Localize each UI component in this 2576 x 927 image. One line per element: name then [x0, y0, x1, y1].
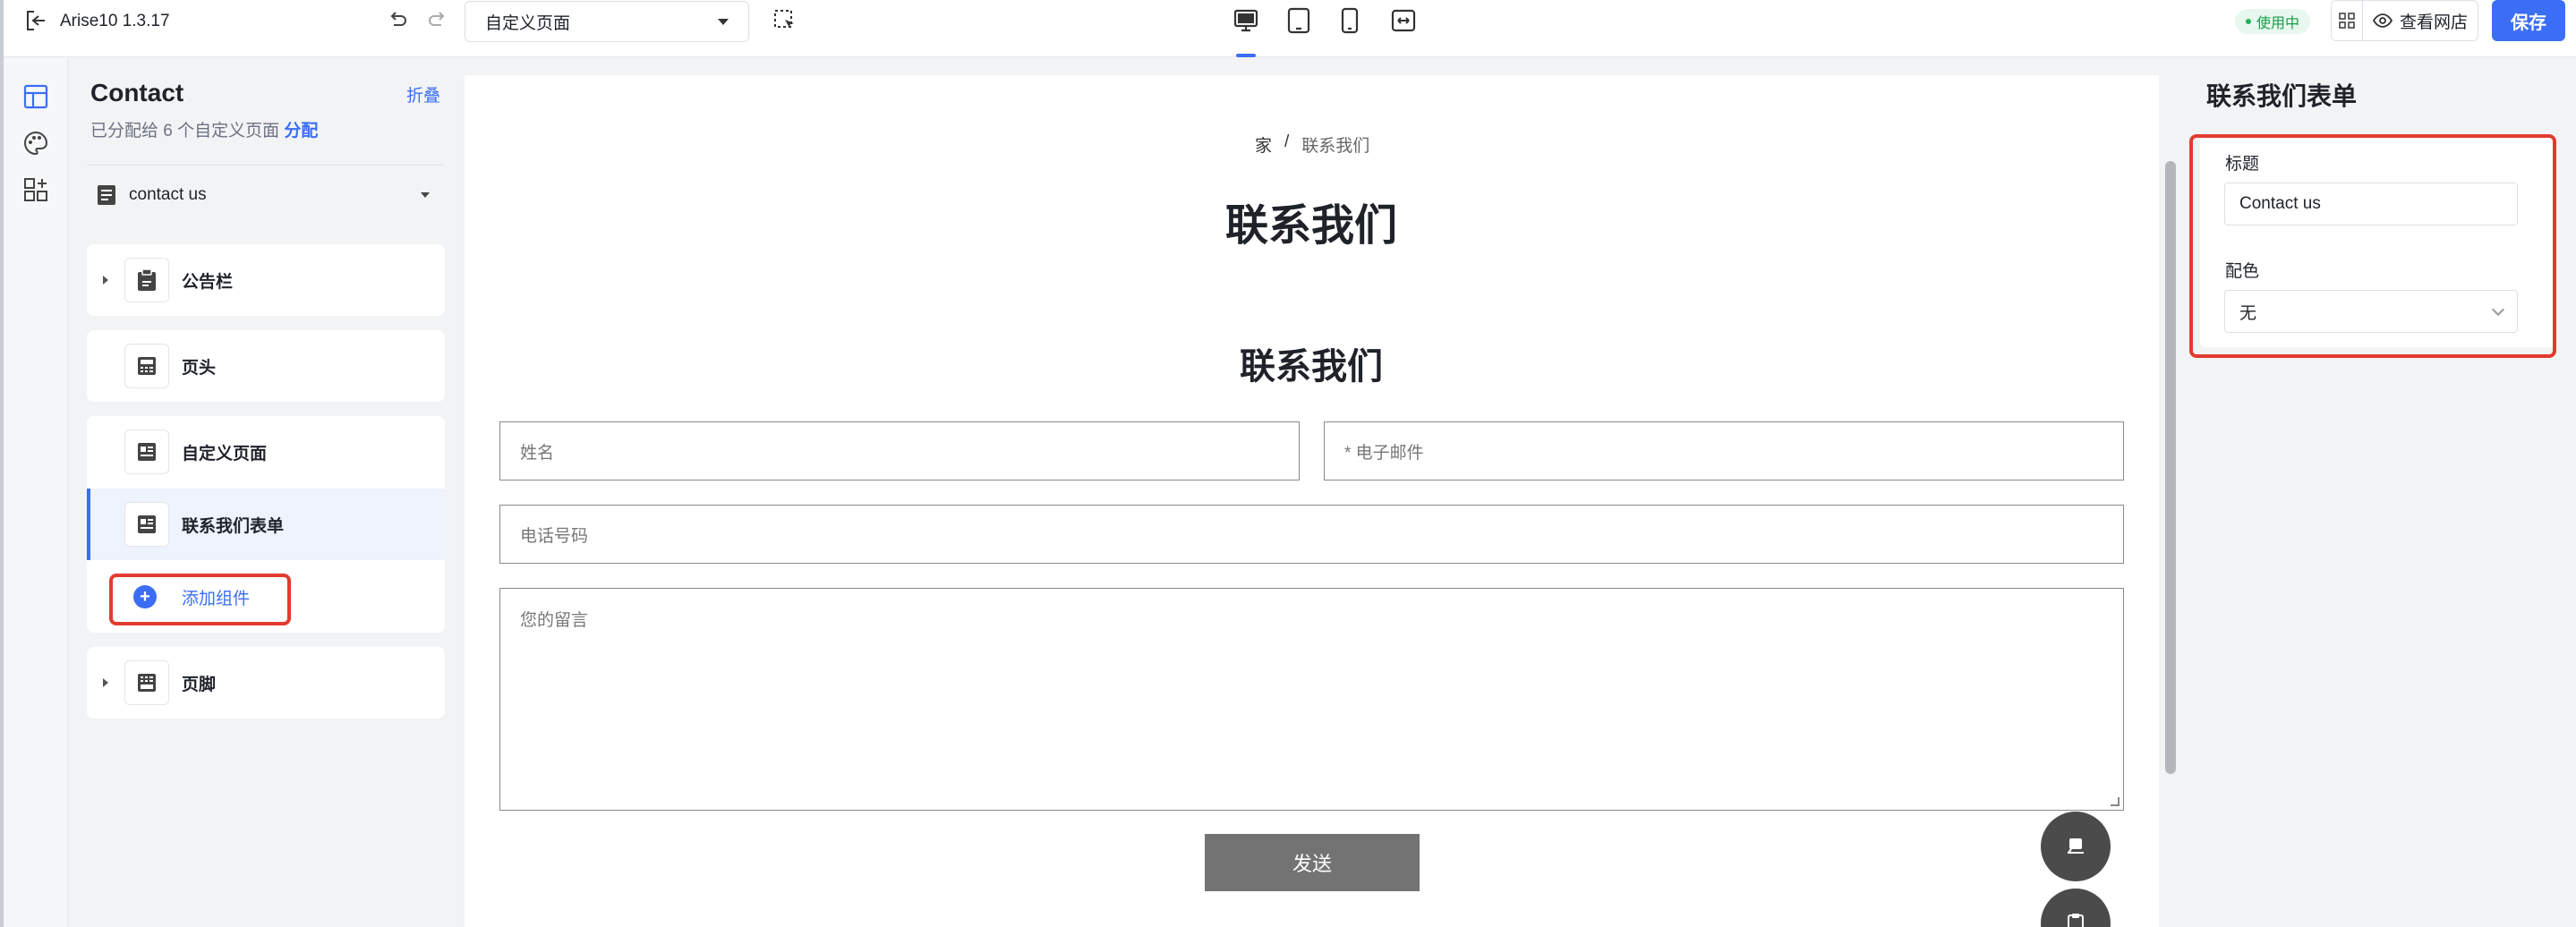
section-item-header[interactable]: 页头 [87, 330, 445, 402]
settings-title: 联系我们表单 [2206, 82, 2358, 110]
redo-icon[interactable] [428, 11, 448, 30]
tablet-view-icon[interactable] [1286, 7, 1311, 34]
name-placeholder: 姓名 [520, 443, 555, 463]
app-name: Arise10 1.3.17 [60, 12, 170, 30]
qr-code-icon [2339, 13, 2355, 29]
clipboard-icon [124, 258, 169, 302]
section-group-header: 页头 [87, 330, 445, 402]
breadcrumb: 家 / 联系我们 [1255, 132, 1369, 157]
select-element-icon[interactable] [773, 9, 797, 32]
qr-code-button[interactable] [2331, 0, 2363, 41]
template-title: Contact [90, 79, 184, 106]
divider [87, 165, 445, 166]
section-label: 公告栏 [182, 272, 234, 292]
view-store-button[interactable]: 查看网店 [2362, 0, 2478, 41]
desktop-view-icon[interactable] [1233, 7, 1259, 34]
section-label: 自定义页面 [182, 444, 268, 464]
message-placeholder: 您的留言 [520, 611, 589, 630]
top-toolbar: Arise10 1.3.17 自定义页面 使用中 查看网店 保存 [0, 0, 2576, 57]
chat-fab-button[interactable] [2041, 812, 2111, 881]
section-item-contact-form[interactable]: 联系我们表单 [87, 489, 445, 560]
contact-form-icon [124, 502, 169, 547]
page-type-select-value: 自定义页面 [485, 13, 571, 33]
breadcrumb-current: 联系我们 [1301, 137, 1370, 156]
status-dot [2246, 19, 2251, 24]
section-item-announcement[interactable]: 公告栏 [87, 244, 445, 316]
breadcrumb-separator: / [1284, 132, 1290, 151]
preview-scrollbar-thumb[interactable] [2165, 161, 2176, 774]
page-card-icon [124, 429, 169, 474]
layout-sections-icon[interactable] [23, 84, 48, 109]
highlight-annotation-add-block [109, 574, 291, 625]
view-store-label: 查看网店 [2399, 13, 2468, 32]
collapse-link[interactable]: 折叠 [406, 82, 440, 106]
section-group-footer: 页脚 [87, 647, 445, 719]
theme-palette-icon[interactable] [23, 131, 48, 156]
send-button[interactable]: 发送 [1205, 834, 1420, 891]
section-label: 联系我们表单 [182, 516, 285, 536]
apps-icon[interactable] [23, 177, 48, 202]
email-placeholder: * 电子邮件 [1344, 443, 1424, 463]
clipboard-icon [2068, 914, 2084, 927]
phone-field[interactable]: 电话号码 [499, 505, 2124, 564]
page-instance-select-value: contact us [129, 185, 207, 204]
footer-icon [124, 660, 169, 705]
fullscreen-icon[interactable] [1390, 7, 1417, 34]
section-item-custom-page[interactable]: 自定义页面 [87, 416, 445, 488]
page-list-icon [98, 185, 115, 205]
expand-arrow-icon[interactable] [103, 678, 108, 687]
header-icon [124, 344, 169, 388]
phone-placeholder: 电话号码 [520, 526, 589, 546]
assign-link[interactable]: 分配 [284, 122, 318, 140]
email-field[interactable]: * 电子邮件 [1324, 421, 2124, 481]
section-label: 页头 [182, 358, 217, 378]
exit-icon[interactable] [25, 9, 47, 32]
chat-icon [2068, 838, 2084, 854]
section-item-footer[interactable]: 页脚 [87, 647, 445, 719]
status-badge: 使用中 [2235, 9, 2311, 34]
mobile-view-icon[interactable] [1340, 7, 1360, 34]
section-label: 页脚 [182, 675, 217, 694]
resize-handle-icon[interactable] [2111, 797, 2120, 806]
eye-icon [2372, 13, 2393, 28]
name-field[interactable]: 姓名 [499, 421, 1300, 481]
expand-arrow-icon[interactable] [103, 276, 108, 285]
form-title: 联系我们 [1240, 347, 1383, 387]
breadcrumb-home[interactable]: 家 [1255, 132, 1272, 157]
message-field[interactable]: 您的留言 [499, 588, 2124, 811]
window-edge [0, 0, 4, 927]
page-instance-select[interactable]: contact us [97, 179, 437, 211]
assigned-text: 已分配给 6 个自定义页面 [90, 122, 280, 140]
save-button[interactable]: 保存 [2492, 0, 2565, 41]
active-device-indicator [1236, 54, 1256, 57]
page-title: 联系我们 [1225, 202, 1398, 250]
page-type-select[interactable]: 自定义页面 [465, 1, 749, 42]
section-group-announcement: 公告栏 [87, 244, 445, 316]
caret-down-icon [421, 192, 430, 198]
caret-down-icon [718, 18, 729, 25]
undo-icon[interactable] [388, 11, 407, 30]
status-badge-label: 使用中 [2256, 16, 2300, 31]
assigned-info: 已分配给 6 个自定义页面 分配 [90, 117, 318, 141]
highlight-annotation-settings [2189, 134, 2556, 358]
